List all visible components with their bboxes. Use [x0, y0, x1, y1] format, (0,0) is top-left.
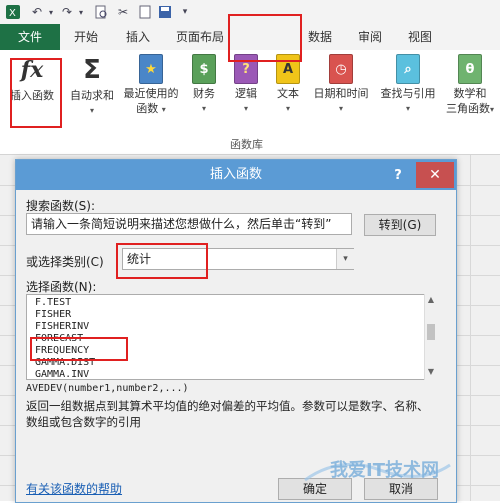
select-function-label: 选择函数(N):: [26, 280, 97, 294]
close-button[interactable]: ✕: [416, 162, 454, 188]
chevron-down-icon: ▾: [243, 104, 248, 113]
chevron-down-icon[interactable]: ▾: [336, 249, 354, 269]
dialog-title-bar[interactable]: 插入函数 ? ✕: [16, 160, 456, 190]
highlight-formulas-tab: [228, 14, 302, 62]
search-function-input[interactable]: 请输入一条简短说明来描述您想做什么，然后单击“转到”: [26, 213, 352, 235]
tab-review[interactable]: 审阅: [350, 24, 390, 50]
math-trig-label: 数学和: [453, 87, 487, 100]
math-trig-button[interactable]: θ 数学和 三角函数▾: [442, 54, 498, 117]
tab-view[interactable]: 视图: [400, 24, 440, 50]
excel-logo-icon: X: [4, 3, 22, 21]
scroll-up-icon[interactable]: ▲: [426, 295, 436, 305]
list-item[interactable]: FISHER: [35, 309, 71, 321]
new-file-icon[interactable]: [136, 3, 154, 21]
function-help-link[interactable]: 有关该函数的帮助: [26, 480, 122, 497]
function-description: 返回一组数据点到其算术平均值的绝对偏差的平均值。参数可以是数字、名称、数组或包含…: [26, 399, 429, 429]
financial-button[interactable]: $ 财务 ▾: [186, 54, 222, 116]
chevron-down-icon: ▾: [89, 106, 94, 115]
list-item[interactable]: GAMMA.INV: [35, 369, 89, 379]
sigma-icon: Σ: [83, 54, 101, 85]
chevron-down-icon: ▾: [285, 104, 290, 113]
chevron-down-icon: ▾: [489, 105, 494, 114]
redo-dropdown-icon[interactable]: ▾: [72, 3, 90, 21]
recent-functions-label: 最近使用的: [123, 87, 179, 100]
logical-button[interactable]: ? 逻辑 ▾: [228, 54, 264, 116]
date-book-icon: ◷: [329, 54, 353, 84]
math-book-icon: θ: [458, 54, 482, 84]
search-function-label: 搜索函数(S):: [26, 199, 96, 213]
chevron-down-icon: ▾: [338, 104, 343, 113]
recent-functions-button[interactable]: ★ 最近使用的 函数 ▾: [118, 54, 184, 117]
function-signature: AVEDEV(number1,number2,...): [26, 383, 189, 394]
chevron-down-icon: ▾: [201, 104, 206, 113]
svg-text:X: X: [9, 8, 16, 19]
highlight-frequency: [30, 337, 128, 361]
logical-label: 逻辑: [235, 87, 257, 100]
math-trig-label-2: 三角函数▾: [445, 102, 494, 115]
category-label: 或选择类别(C): [26, 255, 104, 269]
help-button[interactable]: ?: [386, 164, 410, 186]
lookup-reference-button[interactable]: ⌕ 查找与引用 ▾: [376, 54, 440, 116]
scrollbar-thumb[interactable]: [427, 324, 435, 340]
ribbon-panel: fx 插入函数 Σ 自动求和 ▾ ★ 最近使用的 函数 ▾ $ 财务 ▾ ? 逻…: [0, 50, 500, 155]
highlight-category: [116, 243, 208, 279]
function-library-group-label: 函数库: [230, 138, 263, 151]
list-item[interactable]: F.TEST: [35, 297, 71, 309]
text-button[interactable]: A 文本 ▾: [270, 54, 306, 116]
star-book-icon: ★: [139, 54, 163, 84]
recent-functions-label-2: 函数 ▾: [136, 102, 166, 115]
autosum-button[interactable]: Σ 自动求和 ▾: [64, 54, 120, 118]
scroll-down-icon[interactable]: ▼: [426, 367, 436, 377]
tab-file[interactable]: 文件: [0, 24, 60, 50]
tab-page-layout[interactable]: 页面布局: [170, 24, 230, 50]
text-label: 文本: [277, 87, 299, 100]
print-preview-icon[interactable]: [92, 3, 110, 21]
go-button[interactable]: 转到(G): [364, 214, 436, 236]
highlight-insert-function: [10, 58, 62, 128]
tab-home[interactable]: 开始: [66, 24, 106, 50]
watermark-logo: 我爱IT技术网: [300, 450, 490, 490]
lookup-book-icon: ⌕: [396, 54, 420, 84]
chevron-down-icon: ▾: [161, 105, 166, 114]
financial-label: 财务: [193, 87, 215, 100]
date-time-label: 日期和时间: [313, 87, 369, 100]
list-item[interactable]: FISHERINV: [35, 321, 89, 333]
lookup-reference-label: 查找与引用: [380, 87, 436, 100]
tab-insert[interactable]: 插入: [118, 24, 158, 50]
function-list-scrollbar[interactable]: ▲ ▼: [424, 294, 437, 380]
cut-icon[interactable]: ✂: [114, 3, 132, 21]
customize-icon[interactable]: ▾: [176, 3, 194, 21]
watermark-text: 我爱IT技术网: [330, 460, 439, 481]
chevron-down-icon: ▾: [405, 104, 410, 113]
finance-book-icon: $: [192, 54, 216, 84]
autosum-label: 自动求和: [70, 89, 114, 102]
save-icon[interactable]: [156, 3, 174, 21]
tab-data[interactable]: 数据: [300, 24, 340, 50]
date-time-button[interactable]: ◷ 日期和时间 ▾: [308, 54, 374, 116]
